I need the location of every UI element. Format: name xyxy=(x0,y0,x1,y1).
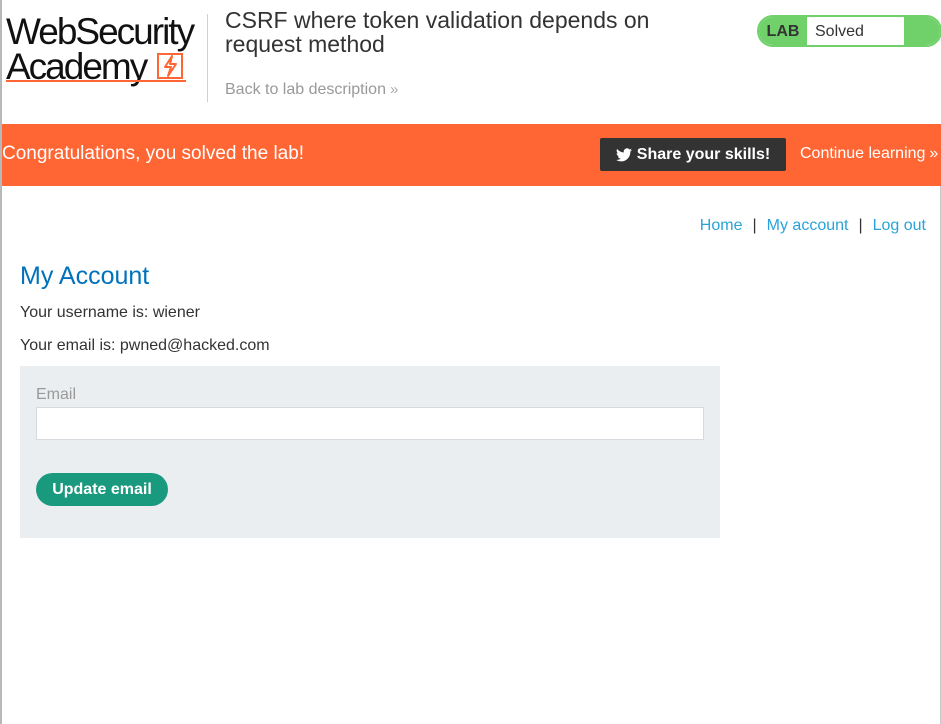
lab-header: WebSecurity Academy CSRF where token val… xyxy=(2,0,941,124)
nav-home-link[interactable]: Home xyxy=(700,217,743,234)
email-field[interactable] xyxy=(36,407,704,440)
header-divider xyxy=(207,14,208,102)
lab-title: CSRF where token validation depends on r… xyxy=(225,7,650,57)
email-field-label: Email xyxy=(36,386,77,403)
double-chevron-right-icon: » xyxy=(389,81,399,98)
lab-status-tag: LAB xyxy=(759,17,807,45)
back-to-lab-description-link[interactable]: Back to lab description» xyxy=(225,81,398,99)
academy-logo[interactable]: WebSecurity Academy xyxy=(6,12,206,87)
share-skills-label: Share your skills! xyxy=(636,146,771,163)
nav-logout-link[interactable]: Log out xyxy=(873,217,926,234)
share-skills-button[interactable]: Share your skills! xyxy=(600,138,786,171)
double-chevron-right-icon: » xyxy=(929,145,939,162)
page-title: My Account xyxy=(20,262,150,290)
continue-learning-label: Continue learning xyxy=(800,145,926,162)
back-link-label: Back to lab description xyxy=(225,81,386,98)
update-email-button[interactable]: Update email xyxy=(36,473,168,506)
change-email-form: Email Update email xyxy=(20,366,720,538)
email-text: Your email is: pwned@hacked.com xyxy=(20,337,270,354)
solved-banner: Congratulations, you solved the lab! Sha… xyxy=(2,124,941,186)
lab-status-indicator xyxy=(904,17,940,45)
nav-separator: | xyxy=(858,217,863,234)
lab-status-widget: LAB Solved xyxy=(757,15,941,47)
nav-separator: | xyxy=(752,217,757,234)
lab-status-text: Solved xyxy=(815,23,864,40)
continue-learning-link[interactable]: Continue learning» xyxy=(800,145,938,163)
congratulations-message: Congratulations, you solved the lab! xyxy=(2,143,305,164)
academy-lightning-icon xyxy=(157,53,183,79)
top-navigation: Home | My account | Log out xyxy=(700,217,926,235)
twitter-icon xyxy=(615,148,632,162)
username-text: Your username is: wiener xyxy=(20,304,200,321)
logo-underline xyxy=(6,80,186,82)
nav-my-account-link[interactable]: My account xyxy=(767,217,849,234)
